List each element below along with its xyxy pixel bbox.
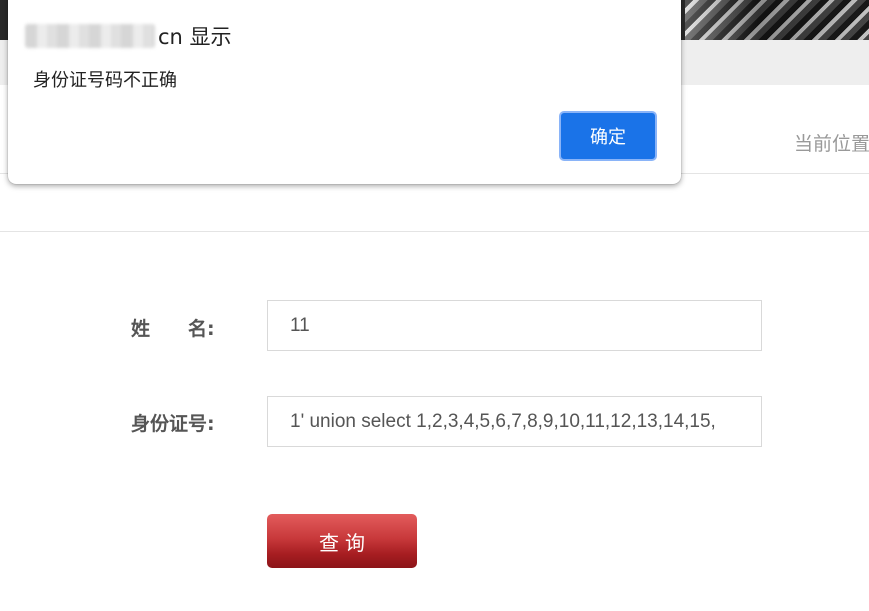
- name-label-char1: 姓: [131, 318, 151, 340]
- alert-dialog: cn 显示 身份证号码不正确 确定: [8, 0, 681, 184]
- location-label: 当前位置: [794, 133, 869, 155]
- dialog-message: 身份证号码不正确: [33, 70, 177, 91]
- divider: [0, 231, 869, 232]
- name-label: 姓 名:: [131, 314, 215, 341]
- name-input[interactable]: [267, 300, 762, 351]
- banner-photo-overlay: [685, 0, 869, 40]
- page: 当前位置 姓 名: 身份证号: 查询 cn 显示 身份证号码不正确 确定: [0, 0, 869, 611]
- dialog-origin: cn 显示: [25, 21, 232, 51]
- query-button[interactable]: 查询: [267, 514, 417, 568]
- blurred-hostname: [25, 24, 155, 48]
- dialog-ok-button[interactable]: 确定: [559, 111, 657, 161]
- name-label-char2: 名:: [188, 318, 215, 340]
- id-number-input[interactable]: [267, 396, 762, 447]
- id-number-label: 身份证号:: [131, 413, 215, 435]
- dialog-origin-suffix: cn 显示: [158, 25, 232, 49]
